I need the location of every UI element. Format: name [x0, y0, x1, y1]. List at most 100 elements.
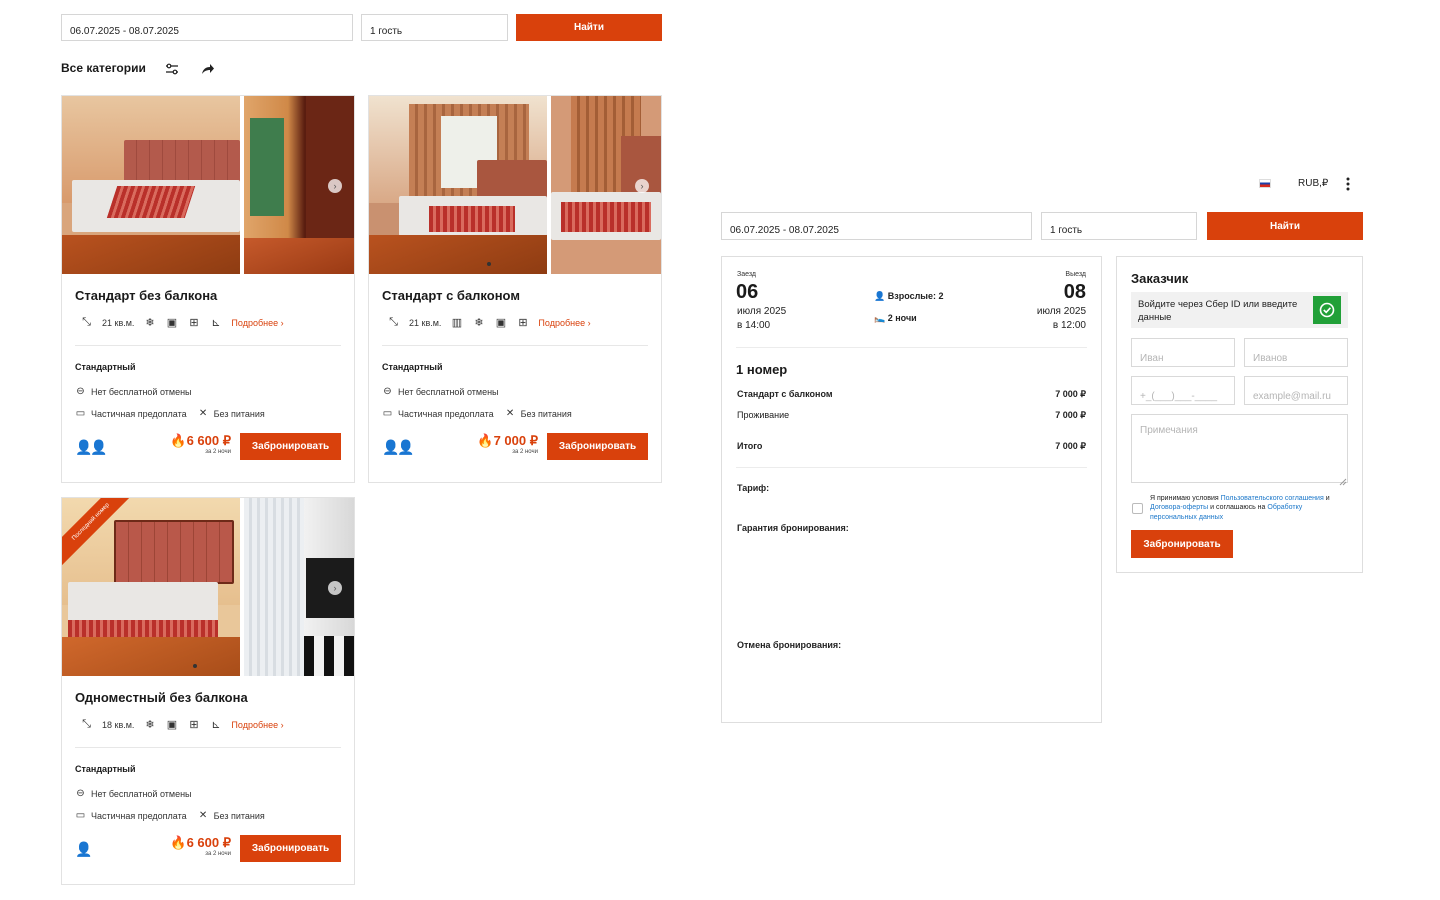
stay-price: 7 000 ₽ — [1055, 410, 1086, 420]
total-price: 7 000 ₽ — [1055, 441, 1086, 451]
currency-selector[interactable]: RUB,₽ — [1298, 178, 1328, 189]
room-name: Стандарт с балконом — [737, 389, 833, 399]
book-button[interactable]: Забронировать — [240, 433, 341, 460]
pager-dot — [193, 664, 197, 668]
room-title: Стандарт с балконом — [382, 288, 520, 303]
rooms-count: 1 номер — [736, 362, 788, 377]
tariff-label: Тариф: — [737, 483, 770, 493]
pager-dot — [487, 262, 491, 266]
room-card: › Последний номер Одноместный без балкон… — [61, 497, 355, 885]
guests-input[interactable]: 1 гость — [1041, 212, 1197, 240]
divider — [382, 345, 648, 346]
divider — [736, 347, 1087, 348]
window-icon: ⊞ — [518, 317, 528, 329]
card-icon: ▭ — [382, 408, 393, 419]
adults-count: 👤 Взрослые: 2 — [874, 291, 944, 301]
safe-icon: ▣ — [166, 719, 178, 731]
resize-handle-icon[interactable] — [1339, 473, 1347, 486]
sber-login-banner[interactable]: Войдите через Сбер ID или введите данные — [1131, 292, 1348, 328]
checkin-time: в 14:00 — [737, 320, 771, 331]
phone-input[interactable]: +_(___)___-____ — [1131, 376, 1235, 405]
room-amenities: ⤡ 21 кв.м. ▥ ❄ ▣ ⊞ Подробнее › — [387, 316, 591, 329]
kebab-menu-icon[interactable] — [1346, 177, 1350, 191]
room-title: Стандарт без балкона — [75, 288, 218, 303]
no-cancel-icon: ⊖ — [383, 386, 392, 397]
one-guest-icon: 👤 — [75, 841, 92, 857]
room-price: 7 000 ₽ — [1055, 389, 1086, 399]
area-icon: ⤡ — [82, 718, 91, 730]
room-card: › Стандарт с балконом ⤡ 21 кв.м. ▥ ❄ ▣ ⊞… — [368, 95, 662, 483]
offer-link[interactable]: Договора-оферты — [1150, 504, 1208, 511]
checkin-month: июля 2025 — [737, 306, 787, 317]
room-amenities: ⤡ 18 кв.м. ❄ ▣ ⊞ ⊾ Подробнее › — [80, 718, 284, 731]
russia-flag-icon[interactable] — [1259, 179, 1271, 188]
next-photo-icon[interactable]: › — [635, 179, 649, 193]
guests-input[interactable]: 1 гость — [361, 14, 508, 41]
tariff-name: Стандартный — [75, 362, 136, 372]
book-button[interactable]: Забронировать — [547, 433, 648, 460]
room-price: 🔥7 000 ₽ за 2 ночи — [477, 433, 538, 455]
more-link[interactable]: Подробнее › — [231, 720, 283, 730]
tariff-name: Стандартный — [75, 764, 136, 774]
last-name-input[interactable]: Иванов — [1244, 338, 1348, 367]
area-icon: ⤡ — [82, 316, 91, 328]
safe-icon: ▣ — [166, 317, 178, 329]
toilet-icon: ⊾ — [211, 317, 221, 329]
adult-icon: 👤 — [874, 291, 886, 301]
cancel-policy: ⊖ Нет бесплатной отмены — [383, 386, 499, 397]
booking-summary: Заезд 06 июля 2025 в 14:00 👤 Взрослые: 2… — [721, 256, 1102, 723]
room-price: 🔥6 600 ₽ за 2 ночи — [170, 433, 231, 455]
no-meals-icon: ✕ — [198, 810, 208, 821]
consent-checkbox[interactable] — [1132, 503, 1143, 514]
sber-text: Войдите через Сбер ID или введите данные — [1138, 299, 1298, 324]
next-photo-icon[interactable]: › — [328, 179, 342, 193]
room-gallery[interactable]: › — [62, 96, 354, 274]
divider — [736, 467, 1087, 468]
safe-icon: ▣ — [495, 317, 507, 329]
share-arrow-icon[interactable] — [201, 62, 215, 74]
checkin-day: 06 — [736, 281, 759, 303]
room-area: 18 кв.м. — [102, 719, 135, 730]
payment-policy: ▭ Частичная предоплата ✕ Без питания — [75, 408, 265, 419]
no-meals-icon: ✕ — [505, 408, 515, 419]
cancellation-label: Отмена бронирования: — [737, 640, 842, 650]
dates-input[interactable]: 06.07.2025 - 08.07.2025 — [721, 212, 1032, 240]
room-card: › Стандарт без балкона ⤡ 21 кв.м. ❄ ▣ ⊞ … — [61, 95, 355, 483]
no-cancel-icon: ⊖ — [76, 788, 85, 799]
window-icon: ⊞ — [189, 317, 199, 329]
checkout-month: июля 2025 — [1036, 306, 1086, 317]
nights-count: 🛌 2 ночи — [874, 313, 917, 323]
air-conditioner-icon: ❄ — [145, 719, 155, 731]
guests-value: 1 гость — [370, 26, 403, 37]
submit-booking-button[interactable]: Забронировать — [1131, 530, 1233, 558]
next-photo-icon[interactable]: › — [328, 581, 342, 595]
notes-textarea[interactable]: Примечания — [1131, 414, 1348, 483]
checkin-label: Заезд — [737, 271, 757, 278]
sliders-icon[interactable] — [165, 62, 179, 75]
book-button[interactable]: Забронировать — [240, 835, 341, 862]
checkout-day: 08 — [1063, 281, 1086, 303]
categories-title: Все категории — [61, 61, 146, 75]
room-price: 🔥6 600 ₽ за 2 ночи — [170, 835, 231, 857]
room-photo — [369, 96, 547, 274]
more-link[interactable]: Подробнее › — [538, 318, 590, 328]
no-cancel-icon: ⊖ — [76, 386, 85, 397]
checkout-time: в 12:00 — [1052, 320, 1086, 331]
stay-label: Проживание — [737, 410, 790, 420]
air-conditioner-icon: ❄ — [145, 317, 155, 329]
email-input[interactable]: example@mail.ru — [1244, 376, 1348, 405]
room-gallery[interactable]: › Последний номер — [62, 498, 354, 676]
room-amenities: ⤡ 21 кв.м. ❄ ▣ ⊞ ⊾ Подробнее › — [80, 316, 284, 329]
find-button[interactable]: Найти — [1207, 212, 1363, 240]
payment-policy: ▭ Частичная предоплата ✕ Без питания — [382, 408, 572, 419]
more-link[interactable]: Подробнее › — [231, 318, 283, 328]
user-agreement-link[interactable]: Пользовательского соглашения — [1221, 495, 1324, 502]
room-gallery[interactable]: › — [369, 96, 661, 274]
find-button[interactable]: Найти — [516, 14, 662, 41]
air-conditioner-icon: ❄ — [474, 317, 484, 329]
dates-input[interactable]: 06.07.2025 - 08.07.2025 — [61, 14, 353, 41]
first-name-input[interactable]: Иван — [1131, 338, 1235, 367]
room-photo — [62, 96, 240, 274]
sber-id-icon[interactable] — [1313, 296, 1341, 324]
room-area: 21 кв.м. — [102, 317, 135, 328]
